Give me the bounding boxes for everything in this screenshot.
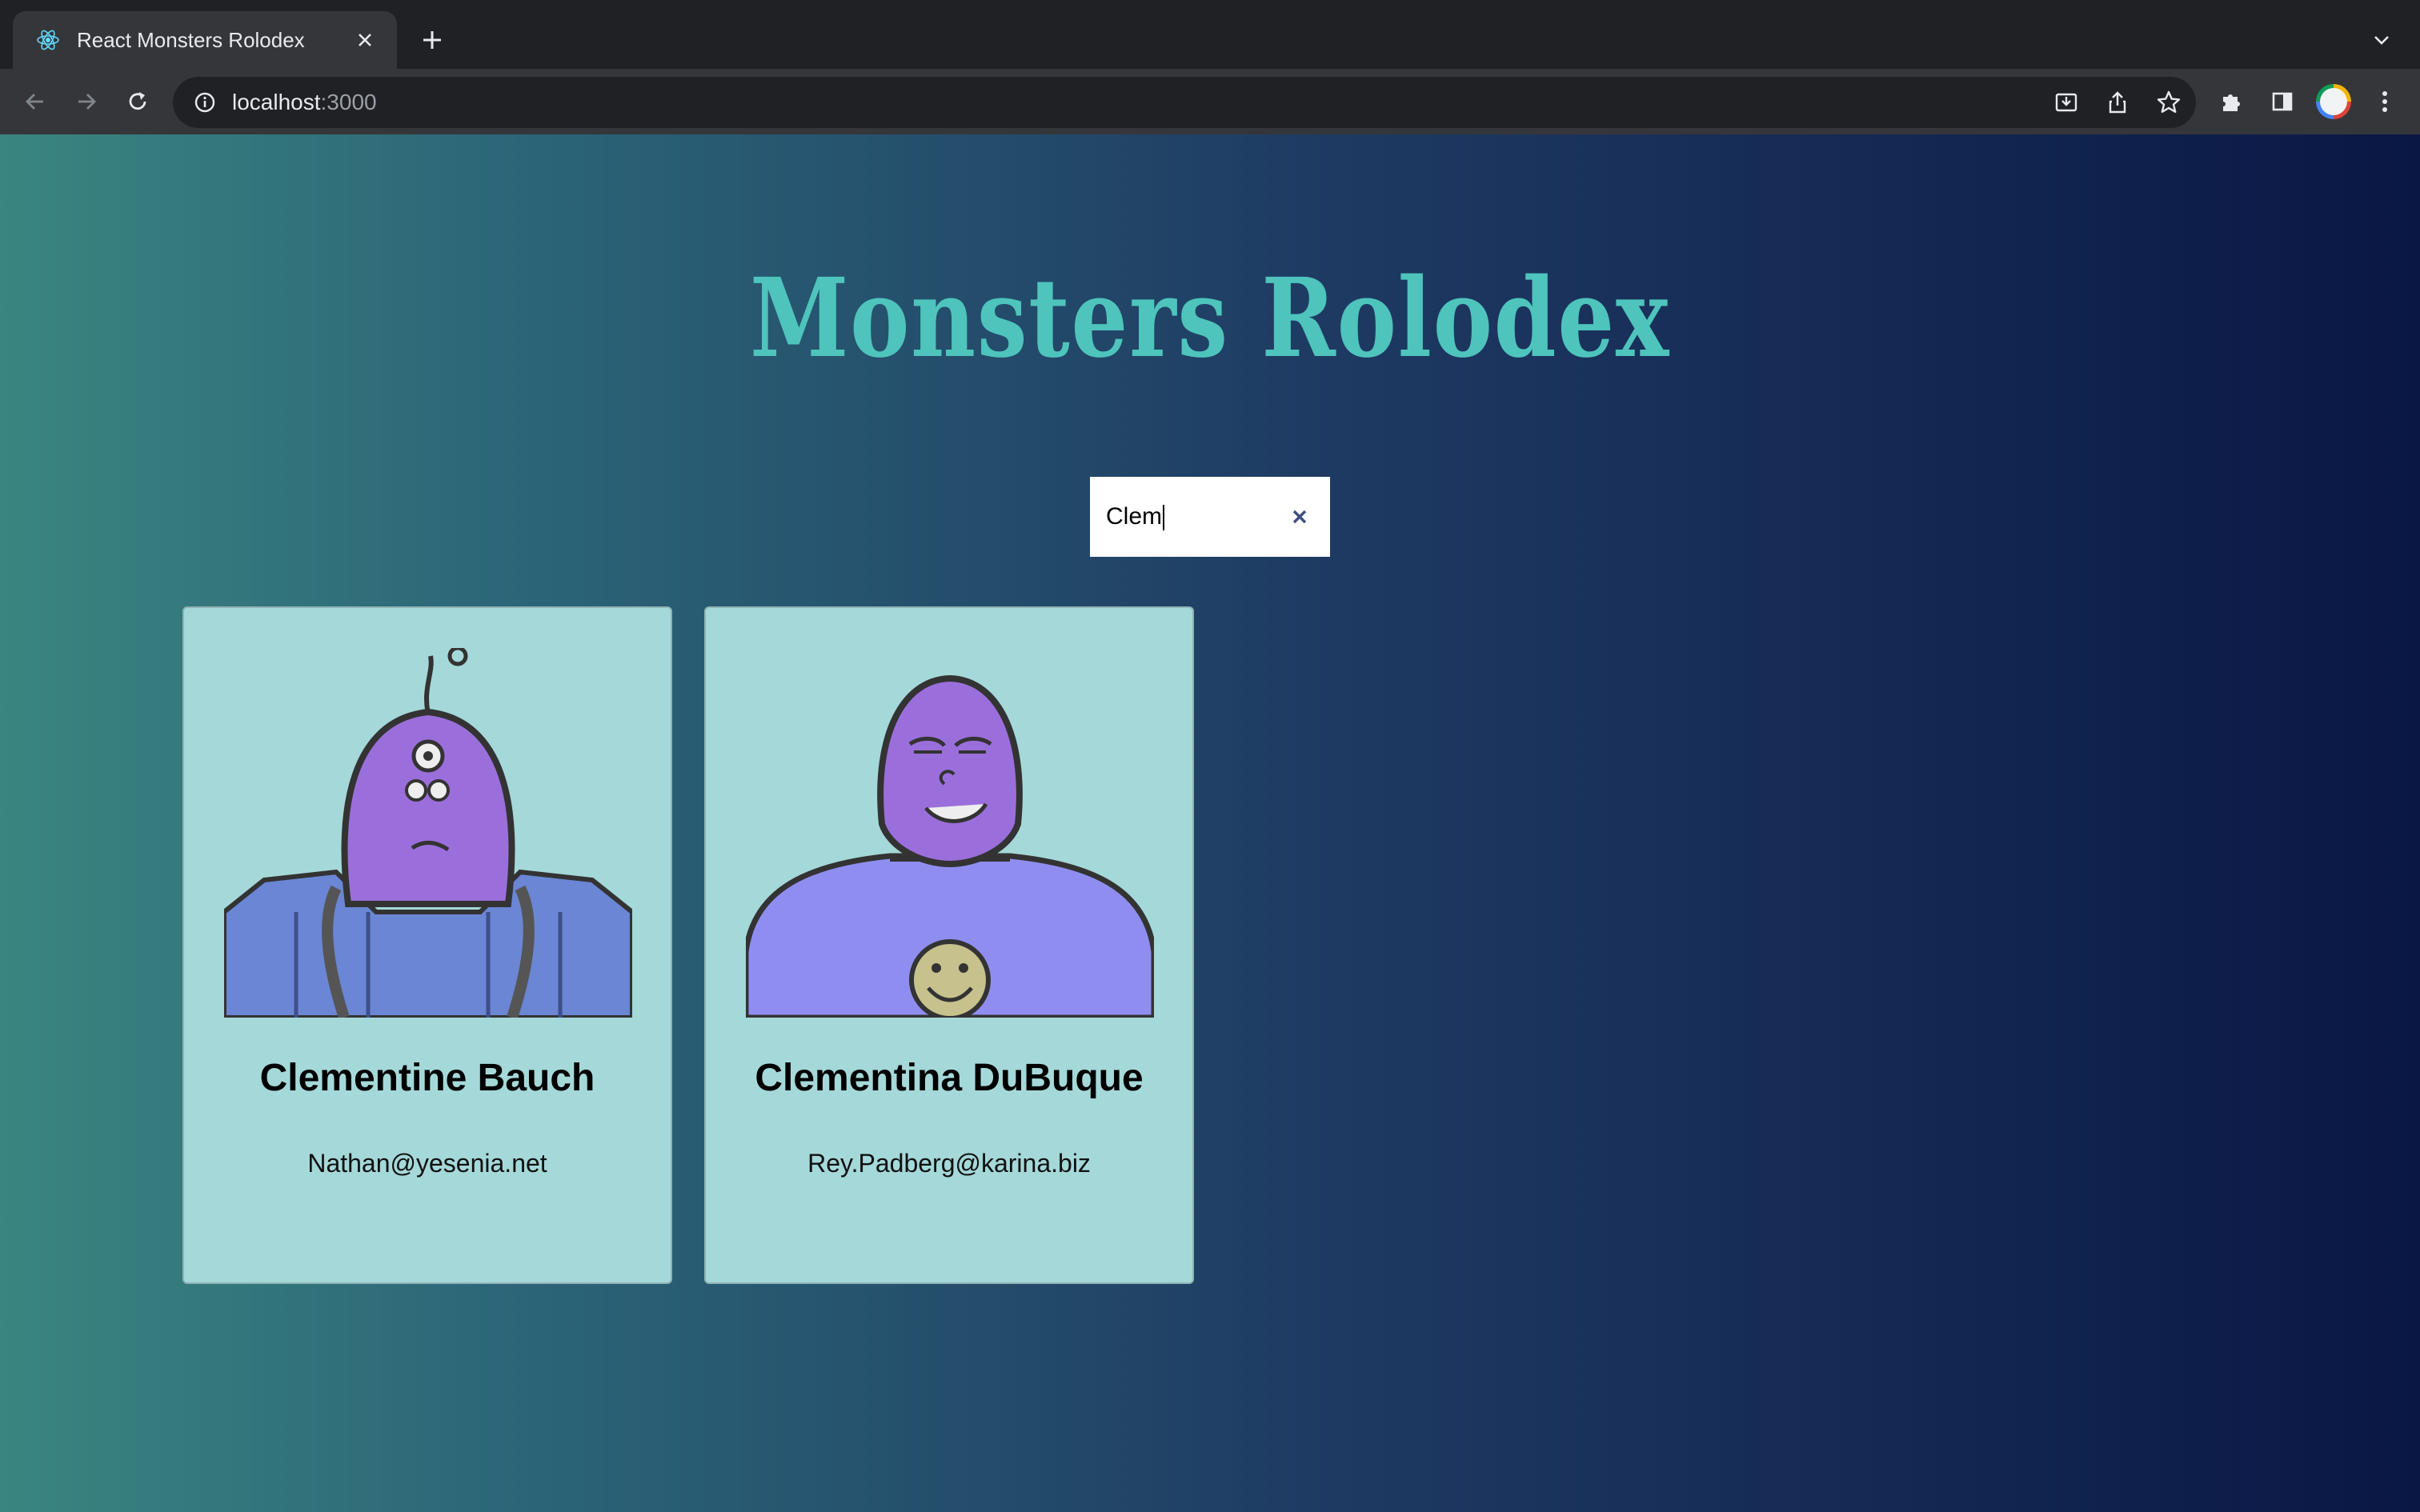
browser-menu-kebab-icon[interactable] bbox=[2366, 82, 2404, 121]
tab-close-icon[interactable] bbox=[349, 24, 381, 56]
url-port: :3000 bbox=[320, 90, 377, 114]
search-input[interactable]: Clem bbox=[1090, 477, 1330, 557]
share-icon[interactable] bbox=[2098, 83, 2137, 122]
reload-icon[interactable] bbox=[118, 82, 157, 121]
tab-title: React Monsters Rolodex bbox=[77, 27, 305, 52]
browser-tab-active[interactable]: React Monsters Rolodex bbox=[13, 11, 397, 69]
monster-card[interactable]: Clementine Bauch Nathan@yesenia.net bbox=[182, 606, 672, 1284]
monster-image bbox=[746, 648, 1154, 1018]
react-favicon-icon bbox=[37, 30, 59, 50]
new-tab-icon[interactable] bbox=[413, 21, 451, 59]
site-info-icon[interactable] bbox=[190, 88, 219, 117]
address-bar[interactable]: localhost:3000 bbox=[173, 77, 2196, 128]
monster-name: Clementina DuBuque bbox=[755, 1057, 1144, 1099]
forward-arrow-icon[interactable] bbox=[67, 82, 106, 121]
side-panel-icon[interactable] bbox=[2263, 82, 2302, 121]
clear-search-icon[interactable] bbox=[1285, 502, 1314, 531]
url-text[interactable]: localhost:3000 bbox=[232, 90, 377, 115]
search-input-value[interactable]: Clem bbox=[1106, 502, 1285, 531]
profile-avatar[interactable] bbox=[2314, 82, 2353, 121]
page-viewport: Monsters Rolodex Clem Clementine Bauch N… bbox=[0, 134, 2420, 1512]
bookmark-star-icon[interactable] bbox=[2150, 83, 2188, 122]
search-text: Clem bbox=[1106, 502, 1163, 530]
back-arrow-icon[interactable] bbox=[16, 82, 54, 121]
page-title: Monsters Rolodex bbox=[750, 254, 1670, 382]
install-app-icon[interactable] bbox=[2047, 83, 2085, 122]
monster-card[interactable]: Clementina DuBuque Rey.Padberg@karina.bi… bbox=[704, 606, 1194, 1284]
extensions-puzzle-icon[interactable] bbox=[2212, 82, 2250, 121]
monster-email: Rey.Padberg@karina.biz bbox=[807, 1149, 1091, 1178]
url-host: localhost bbox=[232, 90, 321, 114]
tab-search-chevron-icon[interactable] bbox=[2362, 21, 2401, 59]
text-caret bbox=[1163, 505, 1165, 531]
monster-name: Clementine Bauch bbox=[259, 1057, 595, 1099]
browser-tabstrip: React Monsters Rolodex bbox=[0, 0, 2420, 69]
monster-image bbox=[224, 648, 632, 1018]
browser-toolbar: localhost:3000 bbox=[0, 69, 2420, 134]
monster-email: Nathan@yesenia.net bbox=[307, 1149, 547, 1178]
